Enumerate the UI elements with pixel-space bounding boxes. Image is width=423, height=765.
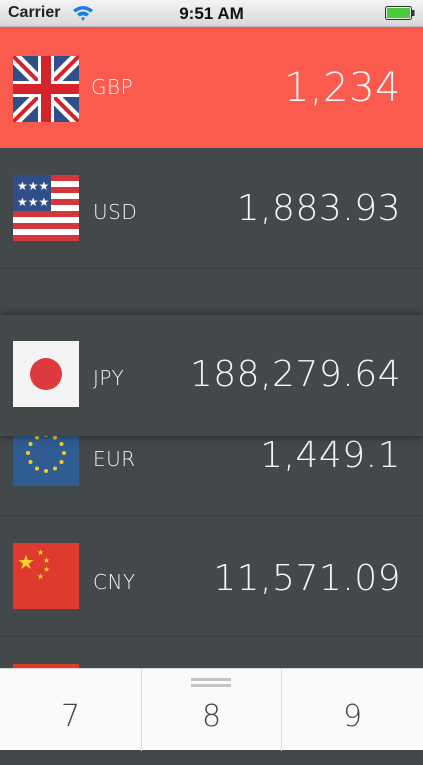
currency-code: USD — [93, 200, 138, 224]
drag-handle-icon[interactable] — [191, 677, 231, 689]
battery-icon — [385, 6, 415, 20]
status-bar: Carrier 9:51 AM — [0, 0, 423, 27]
currency-code: EUR — [93, 447, 136, 471]
currency-value: 188,279.64 — [189, 354, 401, 395]
svg-text:★: ★ — [17, 550, 35, 574]
svg-text:★: ★ — [43, 556, 50, 565]
currency-value: 1,234 — [283, 65, 401, 111]
key-9[interactable]: 9 — [282, 669, 423, 751]
keypad: 7 8 9 — [0, 668, 423, 751]
key-7[interactable]: 7 — [0, 669, 141, 751]
svg-text:★★★: ★★★ — [17, 195, 49, 209]
us-flag-icon: ★★★ ★★★ — [13, 175, 79, 241]
china-flag-icon: ★ ★ ★ ★ ★ — [13, 543, 79, 609]
currency-value: 1,883.93 — [236, 188, 401, 229]
currency-code: GBP — [91, 75, 134, 99]
uk-flag-icon — [13, 56, 79, 122]
currency-row-usd[interactable]: ★★★ ★★★ USD 1,883.93 — [0, 148, 423, 269]
currency-row-cny[interactable]: ★ ★ ★ ★ ★ CNY 11,571.09 — [0, 516, 423, 637]
currency-row-jpy[interactable]: JPY 188,279.64 — [0, 315, 423, 436]
currency-code: CNY — [93, 570, 136, 594]
svg-text:★★★: ★★★ — [17, 179, 49, 193]
japan-flag-icon — [13, 341, 79, 407]
row-divider — [0, 268, 423, 269]
clock: 9:51 AM — [179, 4, 244, 23]
svg-text:★: ★ — [37, 572, 44, 581]
row-divider — [0, 636, 423, 637]
currency-value: 1,449.1 — [260, 435, 401, 476]
currency-row-gbp[interactable]: GBP 1,234 — [0, 27, 423, 148]
currency-value: 11,571.09 — [213, 558, 401, 599]
currency-code: JPY — [93, 366, 125, 390]
